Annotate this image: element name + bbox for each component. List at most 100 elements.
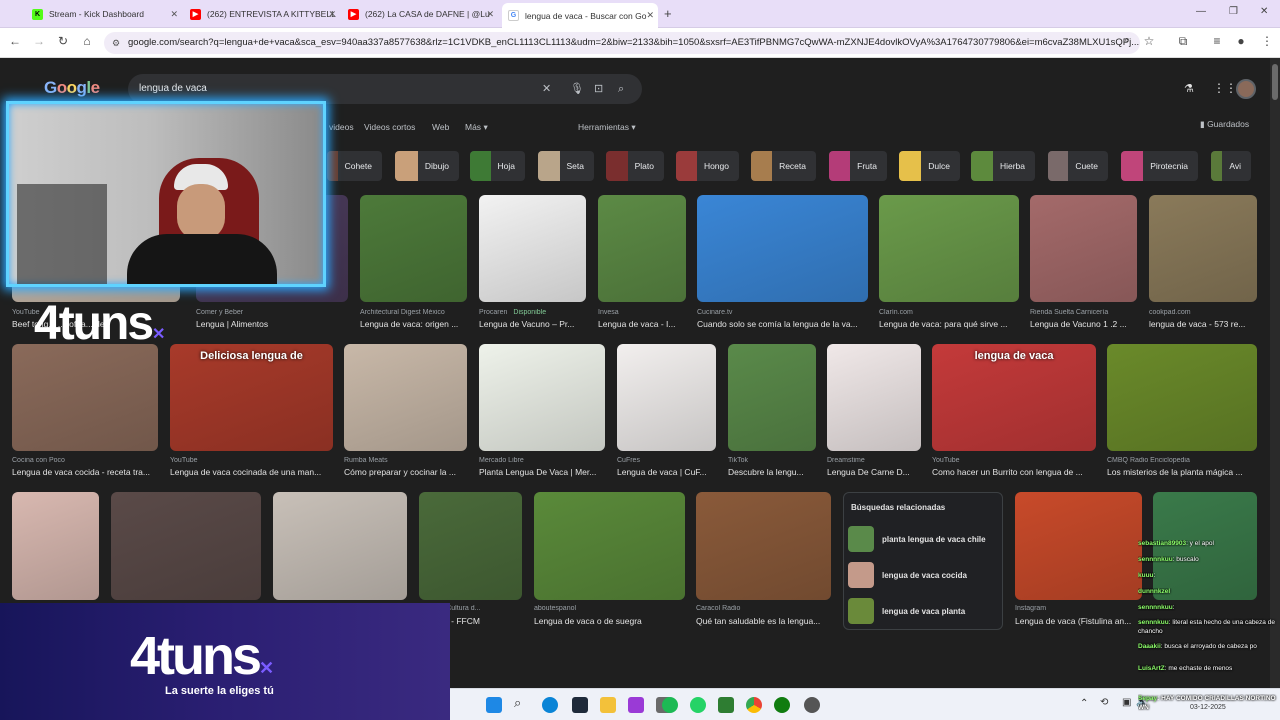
lens-icon[interactable]: ⊡ — [594, 74, 603, 104]
close-icon[interactable]: ✕ — [646, 10, 654, 21]
result-title[interactable]: Planta Lengua De Vaca | Mer... — [479, 467, 605, 477]
image-result[interactable] — [879, 195, 1019, 302]
tab-youtube-entrevista[interactable]: ▶ (262) ENTREVISTA A KITTYBELL ✕ — [184, 3, 340, 25]
related-item[interactable]: lengua de vaca cocida — [848, 562, 967, 588]
apps-grid-icon[interactable]: ⋮⋮ — [1213, 81, 1237, 95]
image-result[interactable] — [1015, 492, 1142, 600]
image-result[interactable] — [827, 344, 921, 451]
chip-dibujo[interactable]: Dibujo — [395, 151, 459, 181]
close-icon[interactable]: ✕ — [486, 9, 494, 20]
chip-avi[interactable]: Avi — [1211, 151, 1251, 181]
image-result[interactable] — [273, 492, 407, 600]
browser-menu-icon[interactable]: ⋮ — [1258, 34, 1276, 48]
result-source[interactable]: Architectural Digest México — [360, 309, 467, 316]
result-title[interactable]: Lengua de Vacuno – Pr... — [479, 319, 586, 329]
image-result[interactable] — [479, 195, 586, 302]
image-result[interactable]: Deliciosa lengua de — [170, 344, 333, 451]
image-result[interactable] — [1149, 195, 1257, 302]
bookmark-star-icon[interactable]: ☆ — [1140, 34, 1158, 48]
result-title[interactable]: Lengua de vaca: origen ... — [360, 319, 467, 329]
zoom-icon[interactable]: ⌕ — [1118, 34, 1136, 47]
chip-cuete[interactable]: Cuete — [1048, 151, 1108, 181]
result-source[interactable]: CMBQ Radio Enciclopedia — [1107, 457, 1257, 464]
image-result[interactable] — [360, 195, 467, 302]
related-item[interactable]: planta lengua de vaca chile — [848, 526, 986, 552]
tray-app-icon[interactable]: ▣ — [1122, 697, 1131, 708]
close-icon[interactable]: ✕ — [170, 9, 178, 20]
tab-youtube-casa-dafne[interactable]: ▶ (262) La CASA de DAFNE | @Lu ✕ — [342, 3, 498, 25]
image-result[interactable] — [111, 492, 261, 600]
home-icon[interactable]: ⌂ — [78, 34, 96, 48]
chip-hoja[interactable]: Hoja — [470, 151, 525, 181]
result-source[interactable]: Comer y Beber — [196, 309, 348, 316]
app-icon[interactable] — [628, 697, 644, 713]
microphone-icon[interactable]: 🎙 — [570, 74, 584, 104]
spotify-icon[interactable] — [662, 697, 678, 713]
back-icon[interactable]: ← — [6, 34, 24, 48]
result-source[interactable]: Instagram — [1015, 605, 1142, 612]
result-source[interactable]: Cucinare.tv — [697, 309, 868, 316]
saved-button[interactable]: ▮ Guardados — [1200, 119, 1249, 130]
terminal-icon[interactable] — [572, 697, 588, 713]
result-source[interactable]: cookpad.com — [1149, 309, 1257, 316]
search-input[interactable]: lengua de vaca ✕ 🎙 ⊡ ⌕ — [128, 74, 642, 104]
result-source[interactable]: YouTube — [932, 457, 1096, 464]
result-title[interactable]: Lengua de Vacuno 1 .2 ... — [1030, 319, 1137, 329]
result-source[interactable]: YouTube — [170, 457, 333, 464]
image-result[interactable] — [419, 492, 522, 600]
forward-icon[interactable]: → — [30, 34, 48, 48]
result-title[interactable]: Descubre la lengu... — [728, 467, 816, 477]
tools-button[interactable]: Herramientas ▾ — [578, 122, 636, 133]
result-source[interactable]: CuFres — [617, 457, 716, 464]
result-source[interactable]: Caracol Radio — [696, 605, 831, 612]
image-result[interactable] — [534, 492, 685, 600]
media-controls-icon[interactable]: ≡ — [1208, 34, 1226, 48]
minimize-icon[interactable]: — — [1196, 6, 1206, 17]
tab-mas[interactable]: Más ▾ — [465, 122, 488, 133]
new-tab-icon[interactable]: + — [664, 6, 672, 21]
chip-hierba[interactable]: Hierba — [971, 151, 1035, 181]
image-result[interactable] — [1107, 344, 1257, 451]
close-icon[interactable]: ✕ — [328, 9, 336, 20]
image-result[interactable] — [1030, 195, 1137, 302]
chrome-icon[interactable] — [746, 697, 762, 713]
folder-icon[interactable] — [600, 697, 616, 713]
edge-icon[interactable] — [542, 697, 558, 713]
result-title[interactable]: Como hacer un Burrito con lengua de ... — [932, 467, 1096, 477]
image-result[interactable] — [697, 195, 868, 302]
clear-icon[interactable]: ✕ — [542, 74, 551, 104]
result-title[interactable]: Lengua de vaca cocinada de una man... — [170, 467, 333, 477]
result-source[interactable]: Procaren Disponible — [479, 309, 586, 316]
chip-fruta[interactable]: Fruta — [829, 151, 887, 181]
result-title[interactable]: Lengua de vaca: para qué sirve ... — [879, 319, 1019, 329]
tab-kick-dashboard[interactable]: K Stream - Kick Dashboard ✕ — [26, 3, 182, 25]
chip-receta[interactable]: Receta — [751, 151, 816, 181]
chip-cohete[interactable]: Cohete — [327, 151, 382, 181]
result-title[interactable]: Lengua de vaca | CuF... — [617, 467, 716, 477]
image-result[interactable] — [344, 344, 467, 451]
result-title[interactable]: Lengua de vaca cocida - receta tra... — [12, 467, 158, 477]
search-icon[interactable]: ⌕ — [514, 695, 530, 711]
site-info-icon[interactable]: ⚙ — [112, 32, 120, 54]
chip-plato[interactable]: Plato — [606, 151, 664, 181]
labs-icon[interactable]: ⚗ — [1184, 82, 1194, 95]
result-source[interactable]: Invesa — [598, 309, 686, 316]
obs-icon[interactable] — [804, 697, 820, 713]
result-title[interactable]: lengua de vaca - 573 re... — [1149, 319, 1257, 329]
result-title[interactable]: Lengua | Alimentos — [196, 319, 348, 329]
result-title[interactable]: Lengua de vaca (Fistulina an... — [1015, 616, 1142, 626]
nvidia-icon[interactable] — [718, 697, 734, 713]
search-icon[interactable]: ⌕ — [618, 74, 624, 104]
result-source[interactable]: Clarín.com — [879, 309, 1019, 316]
extensions-icon[interactable]: ⧉ — [1174, 34, 1192, 49]
tray-chevron-icon[interactable]: ⌃ — [1080, 698, 1088, 709]
google-logo[interactable]: Google — [44, 78, 100, 98]
chip-pirotecnia[interactable]: Pirotecnia — [1121, 151, 1198, 181]
image-result[interactable] — [12, 492, 99, 600]
tab-google-search[interactable]: G lengua de vaca - Buscar con Go ✕ — [502, 3, 658, 28]
chip-dulce[interactable]: Dulce — [899, 151, 960, 181]
scrollbar-thumb[interactable] — [1272, 64, 1278, 100]
start-icon[interactable] — [486, 697, 502, 713]
tab-videos-cortos[interactable]: Videos cortos — [364, 122, 415, 132]
image-result[interactable] — [479, 344, 605, 451]
